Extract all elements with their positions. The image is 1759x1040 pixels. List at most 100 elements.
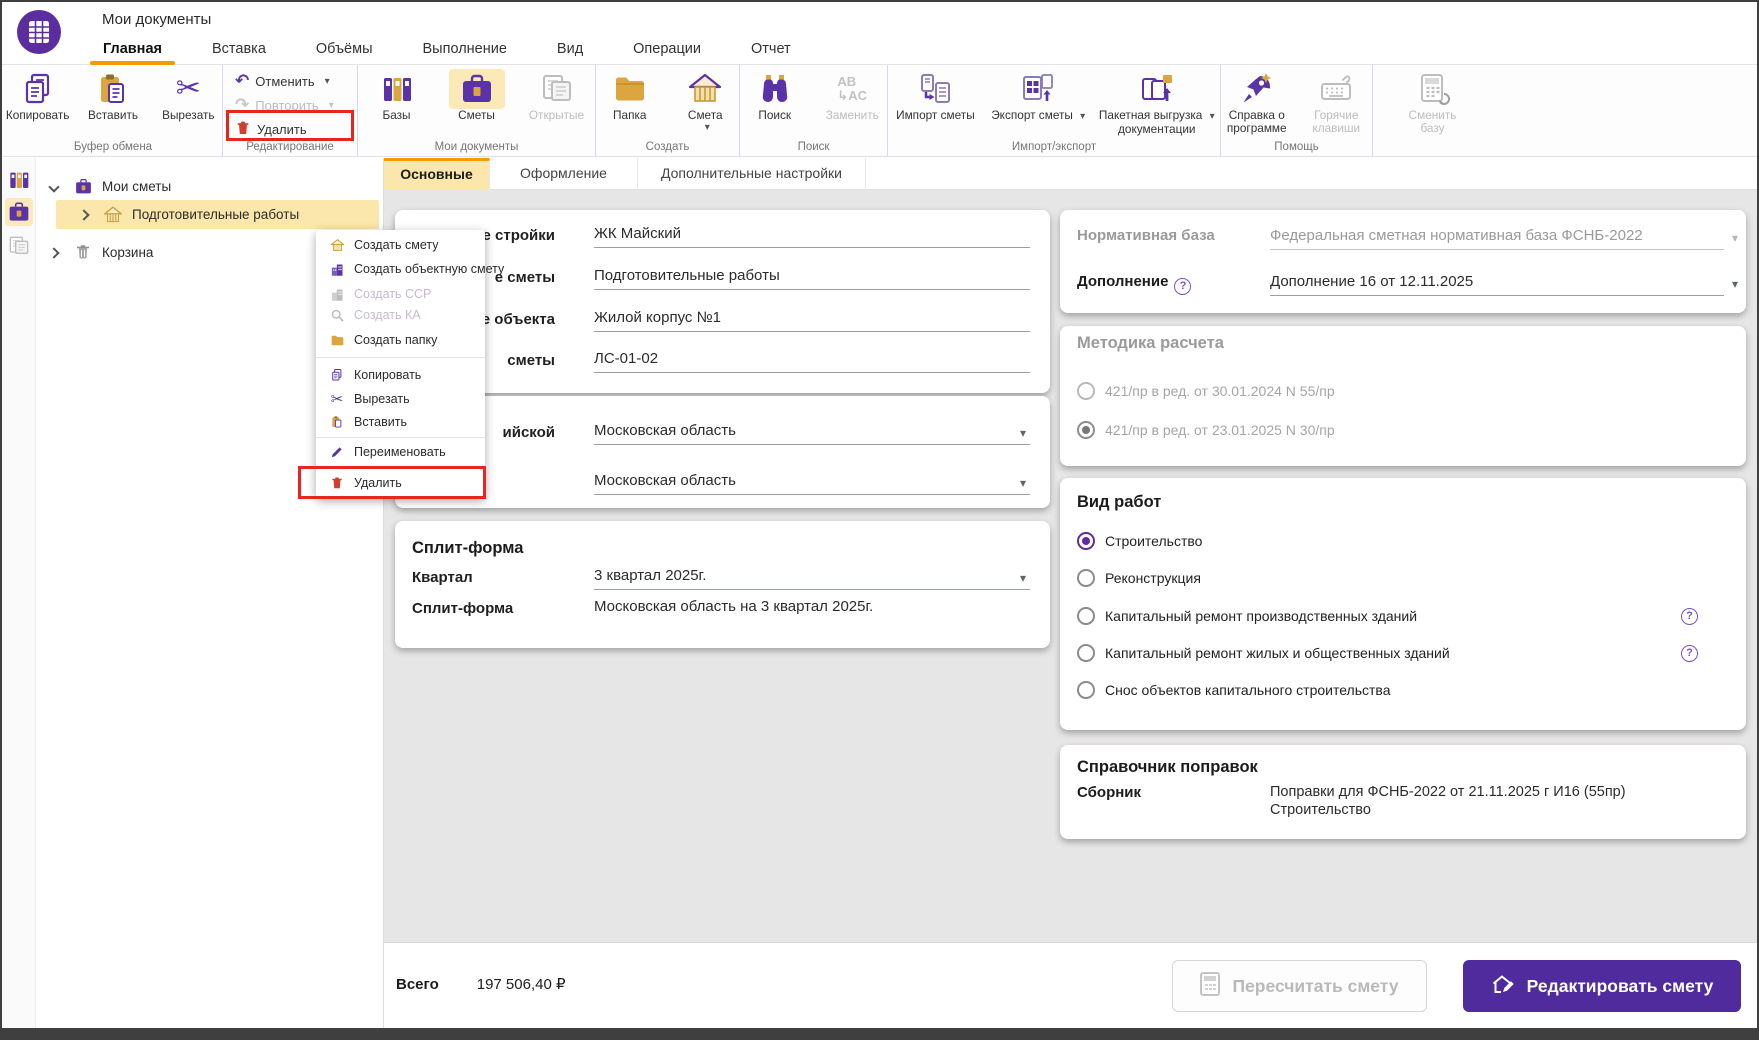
worktype-option-stroitelstvo[interactable]: Строительство [1077, 529, 1724, 553]
help-icon[interactable]: ? [1681, 645, 1698, 662]
menu-copy[interactable]: Копировать [316, 363, 485, 387]
worktype-option-label: Реконструкция [1105, 570, 1201, 586]
worktype-option-kapremont-zhil[interactable]: Капитальный ремонт жилых и общественных … [1077, 641, 1724, 665]
undo-button[interactable]: ↶ Отменить ▾ [223, 71, 353, 91]
region-select[interactable]: Московская область [594, 422, 1030, 445]
about-button[interactable]: Справка опрограмме [1221, 69, 1293, 135]
dropdown-arrow-icon[interactable]: ▾ [1020, 571, 1026, 585]
region2-select[interactable]: Московская область [594, 472, 1030, 495]
help-icon[interactable]: ? [1174, 278, 1191, 295]
undo-dropdown-icon[interactable]: ▾ [325, 76, 330, 87]
card-general: е стройки ЖК Майский е сметы Подготовите… [395, 210, 1050, 393]
method-title: Методика расчета [1077, 334, 1224, 353]
create-estimate-button[interactable]: Смета ▾ [672, 69, 740, 133]
cut-button[interactable]: ✂ Вырезать [155, 69, 222, 122]
tab-otchet[interactable]: Отчет [726, 35, 816, 65]
rail-bases-button[interactable] [5, 166, 33, 194]
help-icon[interactable]: ? [1681, 608, 1698, 625]
menu-delete[interactable]: Удалить [316, 471, 485, 495]
group-label-create: Создать [596, 141, 739, 153]
radio-icon[interactable] [1077, 644, 1095, 662]
redo-button: ↷ Повторить ▾ [223, 95, 353, 115]
dropdown-arrow-icon[interactable]: ▾ [1020, 476, 1026, 490]
scissors-icon: ✂ [176, 69, 201, 109]
rail-estimates-button[interactable] [5, 198, 33, 226]
recalculate-label: Пересчитать смету [1232, 976, 1398, 997]
tab-dop-nastroyki[interactable]: Дополнительные настройки [638, 158, 866, 190]
tab-vid[interactable]: Вид [532, 35, 608, 65]
group-impexp: Импорт сметы Экспорт сметы ▾ Пакетная вы… [887, 65, 1220, 156]
estimate-code-input[interactable]: ЛС-01-02 [594, 350, 1030, 373]
bases-button[interactable]: Базы [361, 69, 433, 122]
delete-button[interactable]: Удалить [223, 119, 353, 139]
menu-create-folder[interactable]: Создать папку [316, 328, 485, 352]
replace-button: AB↳AC Заменить [818, 69, 888, 122]
scissors-icon: ✂ [329, 390, 345, 408]
edit-estimate-button[interactable]: Редактировать смету [1463, 960, 1741, 1012]
menu-cut[interactable]: ✂ Вырезать [316, 387, 485, 411]
radio-icon[interactable] [1077, 569, 1095, 587]
paste-icon [329, 415, 345, 429]
menu-paste[interactable]: Вставить [316, 410, 485, 434]
menu-item-label: Создать смету [354, 238, 438, 252]
object-name-input[interactable]: Жилой корпус №1 [594, 309, 1030, 332]
tab-obyomy[interactable]: Объёмы [291, 35, 398, 65]
tree-item-my-estimates[interactable]: Мои сметы [36, 173, 383, 199]
worktype-option-rekonstrukciya[interactable]: Реконструкция [1077, 566, 1724, 590]
worktype-option-snos[interactable]: Снос объектов капитального строительства [1077, 678, 1724, 702]
card-work-type: Вид работ Строительство Реконструкция Ка… [1060, 478, 1746, 730]
chevron-right-icon[interactable] [50, 245, 72, 260]
menu-create-ka: Создать КА [316, 303, 485, 327]
menu-separator [316, 357, 485, 358]
radio-icon[interactable] [1077, 607, 1095, 625]
create-folder-button[interactable]: Папка [596, 69, 664, 133]
menu-rename[interactable]: Переименовать [316, 440, 485, 464]
tab-vypolnenie[interactable]: Выполнение [398, 35, 532, 65]
batch-upload-label: Пакетная выгрузка ▾документации [1099, 109, 1215, 136]
tab-glavnaya[interactable]: Главная [78, 35, 187, 65]
estimates-button[interactable]: Сметы [441, 69, 513, 122]
batch-upload-button[interactable]: Пакетная выгрузка ▾документации [1094, 69, 1220, 136]
search-button[interactable]: Поиск [740, 69, 810, 122]
export-dropdown-icon[interactable]: ▾ [1080, 111, 1085, 122]
create-estimate-dropdown-icon[interactable]: ▾ [705, 122, 710, 133]
house-icon [687, 69, 723, 109]
batch-dropdown-icon[interactable]: ▾ [1210, 111, 1215, 122]
group-search: Поиск AB↳AC Заменить Поиск [739, 65, 887, 156]
tab-vstavka[interactable]: Вставка [187, 35, 291, 65]
copy-button[interactable]: Копировать [4, 69, 71, 122]
construction-name-input[interactable]: ЖК Майский [594, 225, 1030, 248]
folder-icon [329, 333, 345, 348]
menu-create-estimate[interactable]: Создать смету [316, 233, 485, 257]
group-mydocs: Базы Сметы Открытые Мои документы [357, 65, 595, 156]
chevron-right-icon[interactable] [80, 207, 102, 222]
paste-button[interactable]: Вставить [79, 69, 146, 122]
worktype-option-label: Строительство [1105, 533, 1202, 549]
tab-operacii[interactable]: Операции [608, 35, 726, 65]
radio-selected-icon[interactable] [1077, 532, 1095, 550]
rail-opened-button[interactable] [5, 232, 33, 260]
menu-create-object-estimate[interactable]: Создать объектную смету [316, 257, 485, 281]
import-estimate-button[interactable]: Импорт сметы [888, 69, 983, 136]
split-form-label: Сплит-форма [412, 600, 592, 617]
binoculars-icon [757, 69, 793, 109]
tab-oformlenie[interactable]: Оформление [490, 158, 638, 190]
radio-icon[interactable] [1077, 681, 1095, 699]
tree-item-selected-podgotovitelnye[interactable]: Подготовительные работы [56, 200, 379, 229]
redo-dropdown-icon: ▾ [329, 100, 334, 111]
tab-osnovnye[interactable]: Основные [384, 158, 490, 190]
briefcase-icon [449, 69, 505, 109]
supplement-select[interactable]: Дополнение 16 от 12.11.2025 [1270, 273, 1724, 296]
group-changebase: Сменитьбазу [1372, 65, 1492, 156]
open-documents-icon [539, 69, 575, 109]
pencil-icon [329, 445, 345, 459]
about-label: Справка опрограмме [1227, 109, 1287, 135]
dropdown-arrow-icon[interactable]: ▾ [1732, 277, 1738, 291]
chevron-down-icon[interactable] [50, 179, 72, 194]
estimate-name-input[interactable]: Подготовительные работы [594, 267, 1030, 290]
redo-icon: ↷ [235, 96, 249, 114]
quarter-select[interactable]: 3 квартал 2025г. [594, 567, 1030, 590]
worktype-option-kapremont-proizv[interactable]: Капитальный ремонт производственных здан… [1077, 604, 1724, 628]
export-estimate-button[interactable]: Экспорт сметы ▾ [991, 69, 1086, 136]
dropdown-arrow-icon[interactable]: ▾ [1020, 426, 1026, 440]
